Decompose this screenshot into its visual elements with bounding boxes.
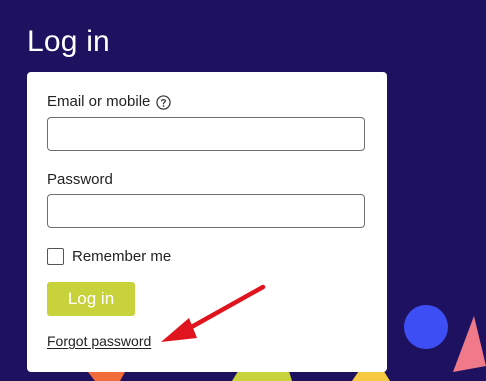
login-button[interactable]: Log in (47, 282, 135, 316)
red-arrow-icon (161, 284, 266, 342)
password-label: Password (47, 171, 113, 188)
password-field[interactable] (47, 194, 365, 228)
email-field[interactable] (47, 117, 365, 151)
remember-me-checkbox[interactable] (47, 248, 64, 265)
remember-me-label: Remember me (72, 248, 172, 265)
blue-circle (404, 305, 448, 349)
page-title: Log in (27, 25, 110, 58)
orange-shape (88, 372, 125, 381)
forgot-password-link[interactable]: Forgot password (47, 333, 151, 349)
pink-triangle (453, 316, 486, 372)
email-label: Email or mobile (47, 93, 151, 110)
question-circle-icon[interactable] (156, 95, 171, 110)
